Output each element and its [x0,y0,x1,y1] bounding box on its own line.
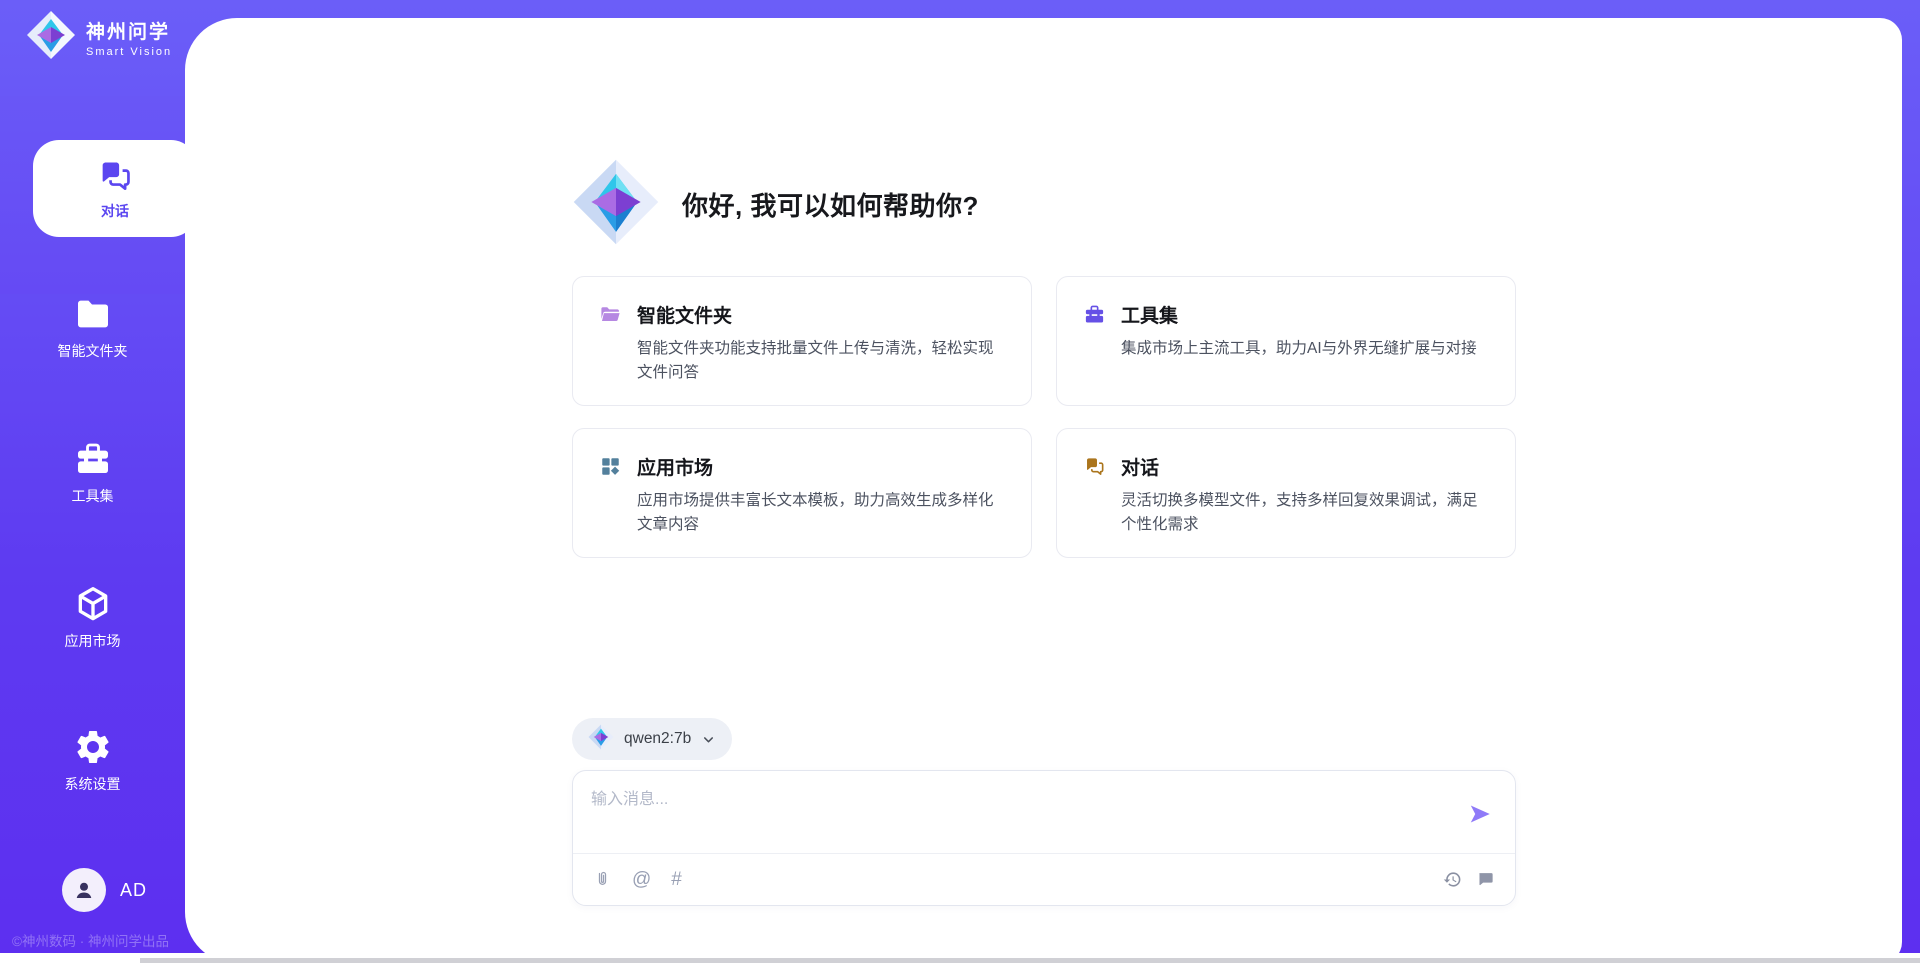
message-composer: @ # [572,770,1516,906]
sidebar-item-label: 系统设置 [65,774,121,794]
folder-open-icon [599,303,622,326]
chat-bubble-icon[interactable] [1476,870,1495,889]
chat-icon [1083,455,1106,478]
model-selector[interactable]: qwen2:7b [572,718,732,760]
user-initials: AD [120,880,147,901]
card-desc: 集成市场上主流工具，助力AI与外界无缝扩展与对接 [1121,337,1489,361]
send-icon[interactable] [1467,801,1493,827]
briefcase-icon [1083,303,1106,326]
person-icon [71,877,97,903]
card-smart-folder[interactable]: 智能文件夹 智能文件夹功能支持批量文件上传与清洗，轻松实现文件问答 [572,276,1032,406]
card-title: 智能文件夹 [637,301,732,328]
sidebar-diamond-logo [26,10,76,65]
card-toolset[interactable]: 工具集 集成市场上主流工具，助力AI与外界无缝扩展与对接 [1056,276,1516,406]
history-icon[interactable] [1443,870,1462,889]
message-input[interactable] [591,785,1431,837]
card-desc: 智能文件夹功能支持批量文件上传与清洗，轻松实现文件问答 [637,337,1005,385]
sidebar-item-smart-folder[interactable]: 智能文件夹 [0,294,185,361]
brand-logo: 神州问学 Smart Vision [26,10,172,65]
model-diamond-logo [588,724,614,755]
user-account[interactable]: AD [62,868,147,912]
at-icon[interactable]: @ [632,870,651,889]
sidebar-item-label: 工具集 [72,486,114,506]
card-title: 对话 [1121,453,1159,480]
card-chat[interactable]: 对话 灵活切换多模型文件，支持多样回复效果调试，满足个性化需求 [1056,428,1516,558]
sidebar-item-label: 对话 [101,201,129,221]
sidebar-item-chat[interactable]: 对话 [33,140,197,237]
model-name: qwen2:7b [624,730,691,748]
horizontal-scrollbar[interactable] [140,958,1920,963]
card-desc: 应用市场提供丰富长文本模板，助力高效生成多样化文章内容 [637,489,1005,537]
gear-icon [73,727,113,767]
paperclip-icon[interactable] [593,870,612,889]
sidebar-item-settings[interactable]: 系统设置 [0,727,185,794]
greeting-row: 你好, 我可以如何帮助你? [572,158,979,251]
brand-diamond-logo [572,158,660,251]
card-title: 工具集 [1121,301,1178,328]
avatar [62,868,106,912]
folder-icon [73,294,113,334]
sidebar-item-label: 应用市场 [65,631,121,651]
card-app-market[interactable]: 应用市场 应用市场提供丰富长文本模板，助力高效生成多样化文章内容 [572,428,1032,558]
chevron-down-icon [701,732,716,747]
main-content-sheet: 你好, 我可以如何帮助你? 智能文件夹 智能文件夹功能支持批量文件上传 [185,18,1902,964]
chat-icon [96,157,134,195]
sidebar-item-app-market[interactable]: 应用市场 [0,584,185,651]
sidebar-item-label: 智能文件夹 [58,341,128,361]
card-title: 应用市场 [637,453,713,480]
card-desc: 灵活切换多模型文件，支持多样回复效果调试，满足个性化需求 [1121,489,1489,537]
brand-name: 神州问学 [86,17,172,44]
sidebar-item-toolset[interactable]: 工具集 [0,439,185,506]
hash-icon[interactable]: # [671,870,682,889]
app: 你好, 我可以如何帮助你? 智能文件夹 智能文件夹功能支持批量文件上传 [0,0,1920,970]
brand-subtitle: Smart Vision [86,46,172,58]
copyright-footer: ©神州数码 · 神州问学出品 [12,930,202,950]
cube-icon [73,584,113,624]
grid-icon [599,455,622,478]
quick-cards: 智能文件夹 智能文件夹功能支持批量文件上传与清洗，轻松实现文件问答 [572,276,1516,558]
composer-toolbar: @ # [573,853,1515,905]
briefcase-icon [73,439,113,479]
greeting-title: 你好, 我可以如何帮助你? [682,186,979,223]
